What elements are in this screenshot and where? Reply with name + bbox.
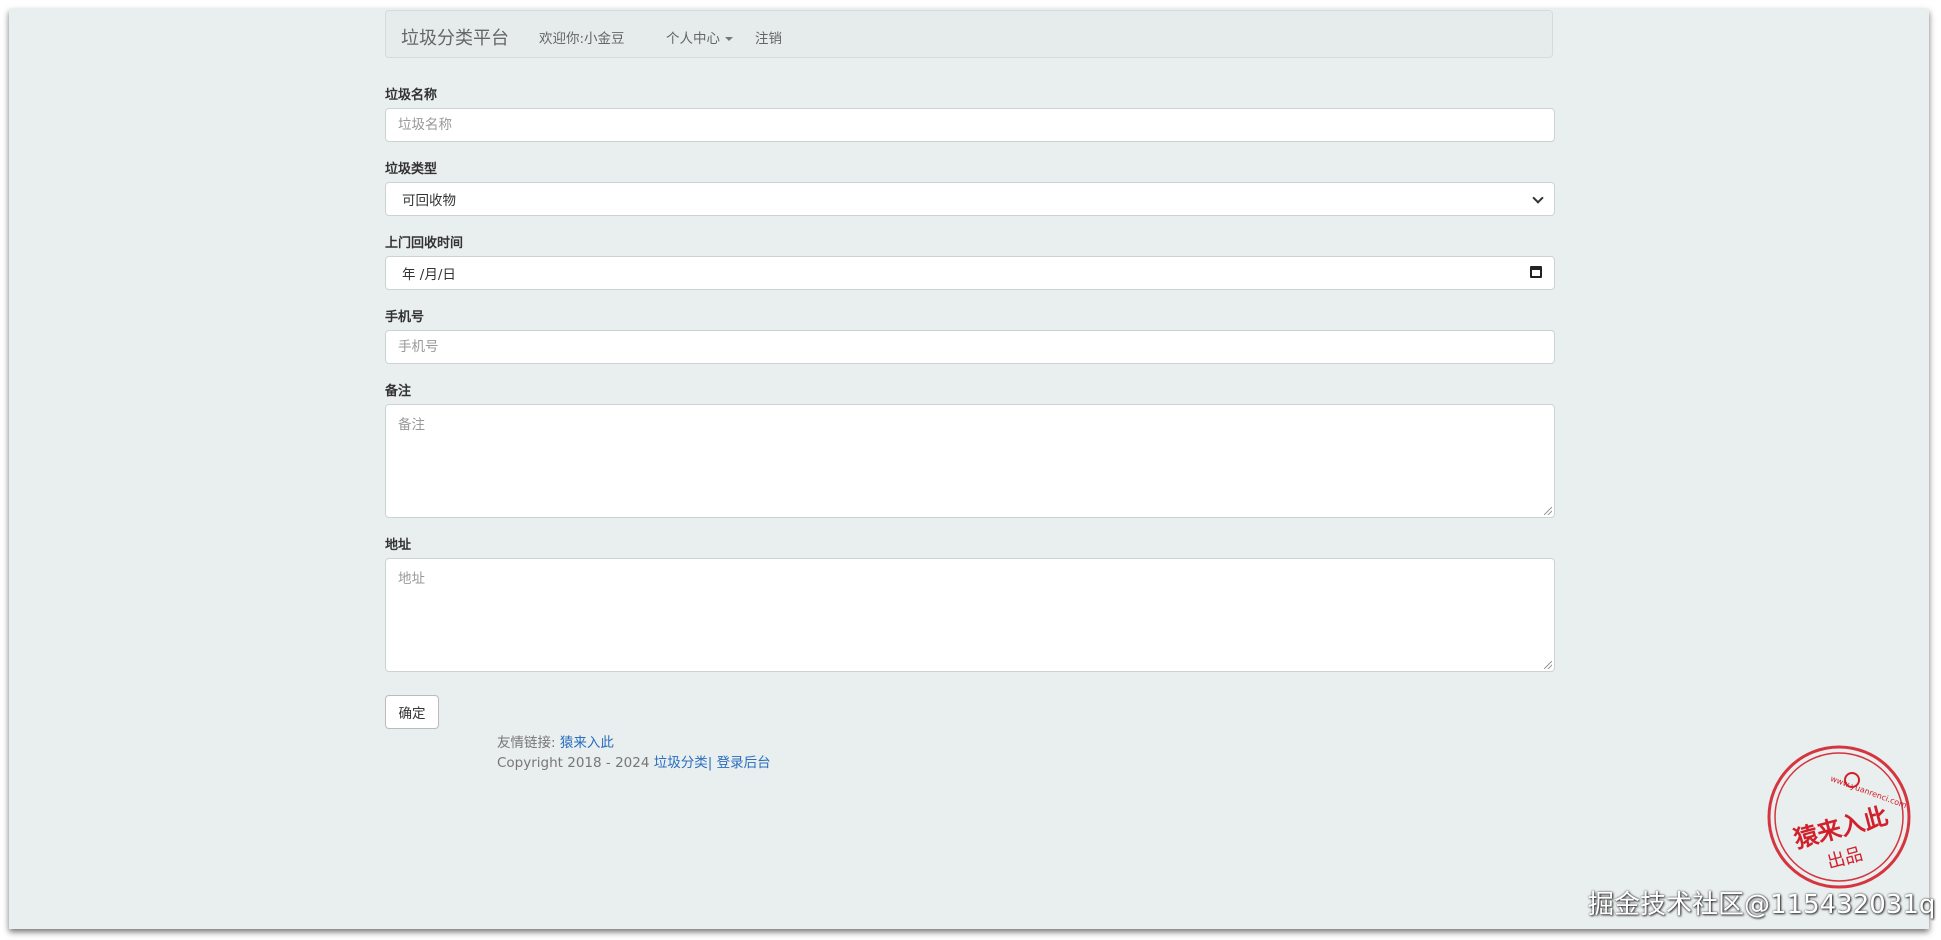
garbage-name-input[interactable] — [385, 108, 1555, 142]
pickup-date-value: 年 /月/日 — [402, 267, 456, 283]
resize-handle-icon[interactable] — [1544, 661, 1552, 669]
type-label: 垃圾类型 — [385, 162, 438, 177]
chevron-down-icon — [1532, 192, 1544, 204]
friend-links-line: 友情链接: 猿来入此 — [497, 731, 614, 751]
svg-text:出品: 出品 — [1825, 844, 1865, 874]
personal-center-dropdown[interactable]: 个人中心 — [666, 27, 733, 47]
address-textarea[interactable] — [385, 558, 1555, 672]
pickup-time-label: 上门回收时间 — [385, 236, 464, 251]
pickup-date-input[interactable]: 年 /月/日 — [385, 256, 1555, 290]
copyright-text: Copyright 2018 - 2024 — [497, 755, 650, 771]
address-wrapper — [385, 558, 1555, 672]
calendar-icon[interactable] — [1530, 266, 1542, 278]
personal-center-label: 个人中心 — [666, 31, 720, 47]
copyright-line: Copyright 2018 - 2024 垃圾分类| 登录后台 — [497, 751, 771, 771]
watermark-text: 掘金技术社区@115432031q — [1588, 890, 1936, 920]
remark-textarea[interactable] — [385, 404, 1555, 518]
category-link[interactable]: 垃圾分类| — [654, 755, 713, 771]
friend-links-prefix: 友情链接: — [497, 735, 556, 751]
welcome-user[interactable]: 欢迎你:小金豆 — [539, 27, 625, 47]
friend-link[interactable]: 猿来入此 — [560, 735, 614, 751]
submit-button[interactable]: 确定 — [385, 695, 439, 729]
svg-text:猿来入此: 猿来入此 — [1790, 801, 1891, 854]
brand-link[interactable]: 垃圾分类平台 — [401, 24, 509, 50]
admin-login-link[interactable]: 登录后台 — [717, 755, 771, 771]
caret-down-icon — [725, 37, 733, 41]
garbage-type-value: 可回收物 — [402, 193, 456, 209]
logout-link[interactable]: 注销 — [755, 27, 782, 47]
name-label: 垃圾名称 — [385, 88, 438, 103]
seal-stamp-icon: www.yuanrenci.com 猿来入此 出品 — [1767, 745, 1911, 889]
phone-input[interactable] — [385, 330, 1555, 364]
navbar: 垃圾分类平台 欢迎你:小金豆 个人中心 注销 — [385, 10, 1553, 58]
remark-label: 备注 — [385, 384, 412, 399]
remark-wrapper — [385, 404, 1555, 518]
garbage-type-select[interactable]: 可回收物 — [385, 182, 1555, 216]
address-label: 地址 — [385, 538, 412, 553]
page-background: 垃圾分类平台 欢迎你:小金豆 个人中心 注销 垃圾名称 垃圾类型 可回收物 上门… — [9, 9, 1929, 929]
resize-handle-icon[interactable] — [1544, 507, 1552, 515]
phone-label: 手机号 — [385, 310, 425, 325]
